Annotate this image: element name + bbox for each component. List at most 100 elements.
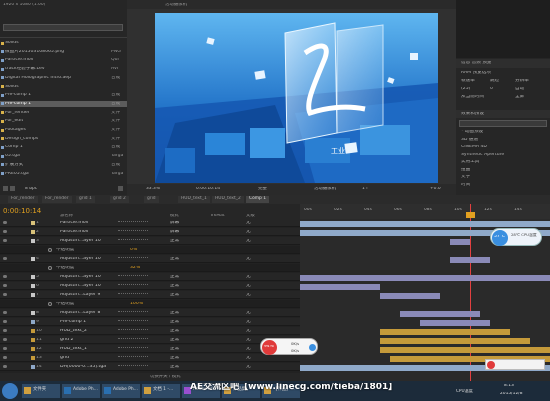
visibility-eye-icon[interactable]: [3, 230, 7, 233]
effects-category[interactable]: 3D 通道: [461, 138, 478, 143]
project-item[interactable]: PRE05.tga Targa: [0, 171, 127, 178]
label-color-chip[interactable]: [31, 274, 35, 279]
clock-date[interactable]: 2015/12/8: [500, 392, 523, 396]
project-search-input[interactable]: [3, 24, 123, 31]
visibility-eye-icon[interactable]: [3, 320, 7, 323]
visibility-eye-icon[interactable]: [3, 275, 7, 278]
layer-parent[interactable]: 无: [246, 347, 251, 352]
timeline-tab[interactable]: grid 1: [76, 196, 95, 203]
label-color-chip[interactable]: [31, 292, 35, 297]
timeline-tab[interactable]: grid: [144, 196, 159, 203]
layer-parent[interactable]: 无: [246, 293, 251, 298]
layer-parent[interactable]: 无: [246, 230, 251, 235]
visibility-eye-icon[interactable]: [3, 347, 7, 350]
label-color-chip[interactable]: [31, 364, 35, 369]
net-speed-widget[interactable]: 94% 0K/s 0K/s: [260, 338, 318, 355]
layer-switches[interactable]: [118, 275, 148, 278]
project-item[interactable]: track经验字幕.Lev AVI: [0, 66, 127, 73]
tray-cpu-label[interactable]: CPU温度: [456, 389, 473, 393]
visibility-eye-icon[interactable]: [3, 284, 7, 287]
layer-row[interactable]: 7 Adjustm...Layer 9 正常 无: [0, 291, 300, 299]
effects-search-input[interactable]: [459, 120, 547, 127]
layer-switches[interactable]: [118, 329, 148, 332]
stopwatch-icon[interactable]: [48, 266, 52, 270]
skip-value[interactable]: 0: [490, 87, 493, 92]
layer-switches[interactable]: [118, 293, 148, 296]
layer-switches[interactable]: [118, 284, 148, 287]
effects-category[interactable]: 扭曲: [461, 168, 470, 173]
layer-row[interactable]: 10 HUD_text_2 正常 无: [0, 327, 300, 335]
timeline-tab[interactable]: Comp 1: [246, 196, 270, 203]
from-current-time-checkbox[interactable]: 从当前时间: [461, 95, 484, 100]
project-item[interactable]: Particle.mov Qui: [0, 57, 127, 64]
taskbar-app-button[interactable]: 文档 1 -...: [142, 384, 180, 398]
visibility-eye-icon[interactable]: [3, 239, 7, 242]
layer-property-row[interactable]: 不透明度 0%: [0, 246, 300, 254]
new-comp-icon[interactable]: [10, 186, 15, 191]
layer-mode[interactable]: 正常: [170, 257, 179, 262]
sogou-ime-icon[interactable]: [487, 361, 495, 369]
project-item[interactable]: 扩展方式 合成: [0, 162, 127, 169]
stopwatch-icon[interactable]: [48, 302, 52, 306]
project-item[interactable]: Comp 1 合成: [0, 144, 127, 151]
layer-row[interactable]: 4 Adjustm...ayer 10 正常 无: [0, 255, 300, 263]
stopwatch-icon[interactable]: [48, 248, 52, 252]
layer-row[interactable]: 8 Adjustm...Layer 8 正常 无: [0, 309, 300, 317]
layer-duration-bar[interactable]: [450, 257, 490, 263]
label-color-chip[interactable]: [31, 346, 35, 351]
layer-mode[interactable]: 32%: [130, 266, 140, 271]
timeline-tab[interactable]: grid 2: [110, 196, 129, 203]
visibility-eye-icon[interactable]: [3, 311, 7, 314]
start-button-icon[interactable]: [2, 383, 18, 399]
visibility-eye-icon[interactable]: [3, 221, 7, 224]
taskbar-app-button[interactable]: Adobe Ph...: [62, 384, 100, 398]
preview-tab[interactable]: 信息 音频 预览: [461, 61, 491, 66]
layer-switches[interactable]: [118, 347, 148, 350]
layer-mode[interactable]: 正常: [170, 329, 179, 334]
layer-mode[interactable]: 正常: [170, 311, 179, 316]
layer-row[interactable]: 6 Adjustm...ayer 10 正常 无: [0, 282, 300, 290]
visibility-eye-icon[interactable]: [3, 338, 7, 341]
visibility-eye-icon[interactable]: [3, 356, 7, 359]
project-item[interactable]: Design_comps 文件: [0, 136, 127, 143]
layer-mode[interactable]: 正常: [170, 239, 179, 244]
layer-switches[interactable]: [118, 320, 148, 323]
layer-parent[interactable]: 无: [246, 356, 251, 361]
layer-parent[interactable]: 无: [246, 338, 251, 343]
zoom-dropdown[interactable]: 33.3%: [146, 187, 160, 191]
layer-row[interactable]: 13 grid 正常 无: [0, 354, 300, 362]
resolution-dropdown[interactable]: 完整: [258, 187, 267, 191]
layer-row[interactable]: 14 DH[0000-0...35].tga 正常 无: [0, 363, 300, 371]
layer-mode[interactable]: 正常: [170, 293, 179, 298]
layer-duration-bar[interactable]: [300, 221, 550, 227]
project-item[interactable]: Footages 文件: [0, 127, 127, 134]
layer-parent[interactable]: 无: [246, 221, 251, 226]
layer-switches[interactable]: [118, 257, 148, 260]
exposure-value[interactable]: +0.0: [430, 187, 441, 191]
project-item[interactable]: For_render 文件: [0, 110, 127, 117]
res-value[interactable]: 自动: [515, 87, 524, 92]
fps-value[interactable]: (25): [461, 87, 470, 92]
layer-row[interactable]: 3 Adjustm...ayer 10 正常 无: [0, 237, 300, 245]
visibility-eye-icon[interactable]: [3, 257, 7, 260]
layer-parent[interactable]: 无: [246, 239, 251, 244]
full-screen-checkbox[interactable]: 全屏: [515, 95, 524, 100]
layer-mode[interactable]: 正常: [170, 356, 179, 361]
layer-duration-bar[interactable]: [380, 293, 440, 299]
label-color-chip[interactable]: [31, 355, 35, 360]
layer-mode[interactable]: 正常: [170, 320, 179, 325]
layer-duration-bar[interactable]: [380, 329, 510, 335]
layer-mode[interactable]: 正常: [170, 347, 179, 352]
project-item[interactable]: Solids: [0, 40, 127, 47]
current-time[interactable]: 0:00:10:14: [3, 208, 41, 215]
ime-toolbar[interactable]: [485, 359, 545, 370]
layer-mode[interactable]: 正常: [170, 275, 179, 280]
project-item[interactable]: Solids: [0, 84, 127, 91]
label-color-chip[interactable]: [31, 220, 35, 225]
layer-duration-bar[interactable]: [300, 275, 550, 281]
layer-parent[interactable]: 无: [246, 284, 251, 289]
playhead-handle[interactable]: [466, 212, 475, 218]
trash-icon[interactable]: [118, 186, 123, 191]
label-color-chip[interactable]: [31, 337, 35, 342]
layer-switches[interactable]: [118, 221, 148, 224]
